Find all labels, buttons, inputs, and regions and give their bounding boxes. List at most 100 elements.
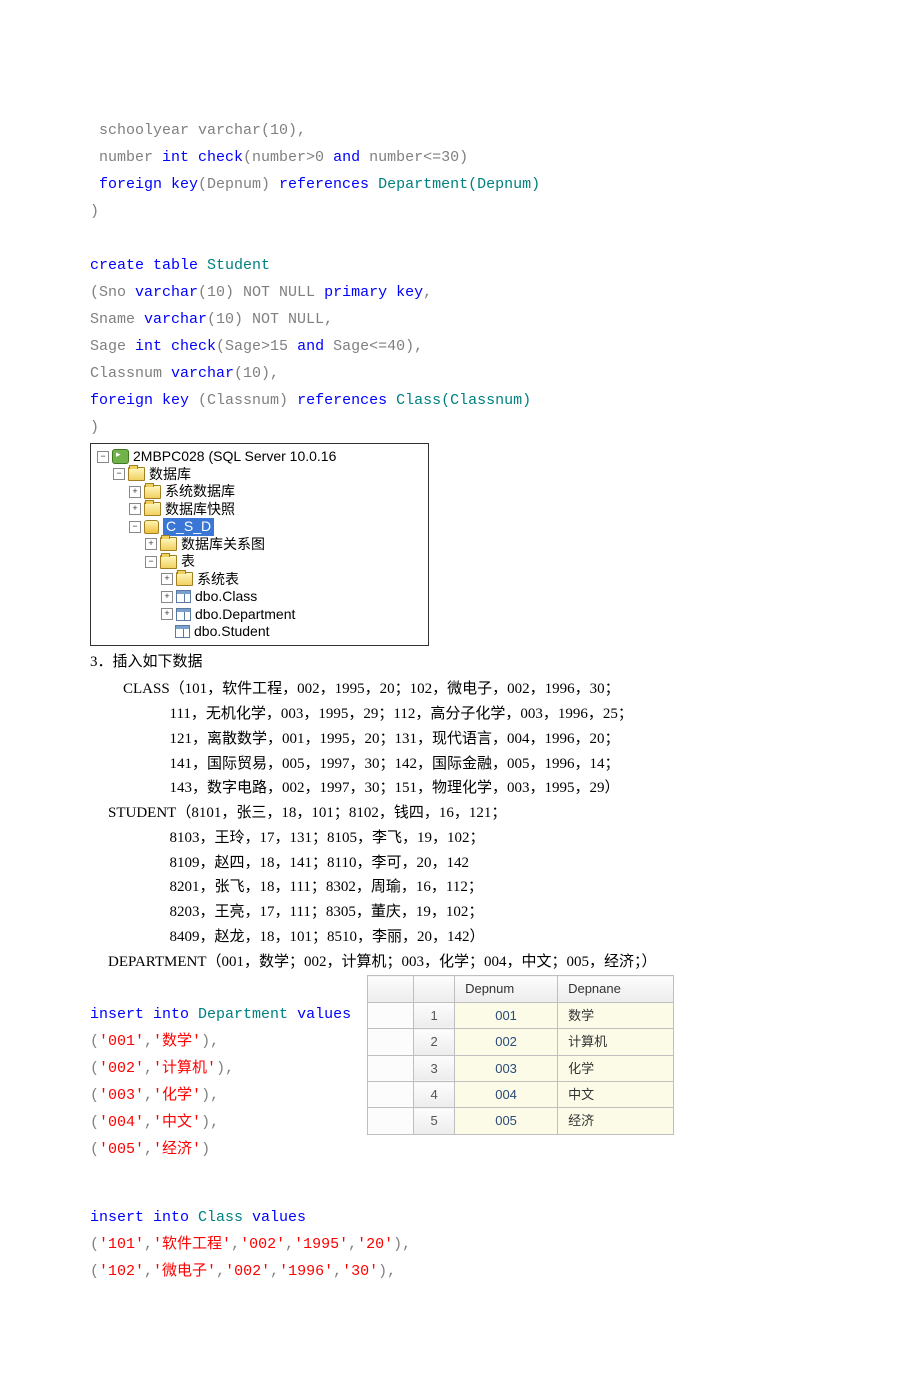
tree-table-class[interactable]: + dbo.Class	[97, 588, 422, 606]
code-line: ('005','经济')	[90, 1141, 210, 1158]
expand-icon[interactable]: +	[161, 573, 173, 585]
cell-depnum: 005	[455, 1108, 558, 1134]
row-number: 4	[414, 1082, 455, 1108]
tree-sysdb-node[interactable]: + 系统数据库	[97, 483, 422, 501]
student-data-line: 8109，赵四，18，141；8110，李可，20，142	[170, 851, 831, 876]
cell-depname: 经济	[558, 1108, 674, 1134]
expand-icon[interactable]: +	[129, 486, 141, 498]
folder-label: 表	[181, 553, 195, 571]
row-number: 1	[414, 1002, 455, 1028]
database-icon	[144, 520, 159, 534]
folder-icon	[160, 555, 177, 569]
class-data-line: CLASS（101，软件工程，002，1995，20；102，微电子，002，1…	[123, 677, 830, 702]
class-data-line: 143，数字电路，002，1997，30；151，物理化学，003，1995，2…	[170, 776, 831, 801]
code-line: insert into Class values	[90, 1209, 306, 1226]
col-depname: Depnane	[558, 976, 674, 1002]
class-data-line: 141，国际贸易，005，1997，30；142，国际金融，005，1996，1…	[170, 752, 831, 777]
row-number: 2	[414, 1029, 455, 1055]
folder-label: 系统数据库	[165, 483, 235, 501]
sql-block-insert-class: insert into Class values ('101','软件工程','…	[90, 1177, 830, 1285]
expand-icon[interactable]: +	[161, 608, 173, 620]
table-row[interactable]: 1001数学	[368, 1002, 674, 1028]
table-icon	[176, 608, 191, 621]
table-label: dbo.Student	[194, 623, 270, 641]
folder-label: 系统表	[197, 571, 239, 589]
table-icon	[175, 625, 190, 638]
collapse-icon[interactable]: −	[97, 451, 109, 463]
sql-block-class-tail: schoolyear varchar(10), number int check…	[90, 90, 830, 441]
collapse-icon[interactable]: −	[129, 521, 141, 533]
code-line: Classnum varchar(10),	[90, 365, 279, 382]
code-line: ('102','微电子','002','1996','30'),	[90, 1263, 396, 1280]
expand-icon[interactable]: +	[161, 591, 173, 603]
cell-depname: 中文	[558, 1082, 674, 1108]
table-label: dbo.Department	[195, 606, 295, 624]
student-data-line: 8203，王亮，17，111；8305，董庆，19，102；	[170, 900, 831, 925]
tree-systables-node[interactable]: + 系统表	[97, 571, 422, 589]
grid-gutter	[368, 976, 414, 1002]
code-line: foreign key(Depnum) references Departmen…	[90, 176, 540, 193]
code-line: number int check(number>0 and number<=30…	[90, 149, 468, 166]
code-line: ('001','数学'),	[90, 1033, 219, 1050]
section-title: 3．插入如下数据	[90, 650, 830, 675]
grid-rownum-header	[414, 976, 455, 1002]
student-data-line: 8409，赵龙，18，101；8510，李丽，20，142）	[170, 925, 831, 950]
code-line: )	[90, 203, 99, 220]
tree-diagram-node[interactable]: +数据库关系图	[97, 536, 422, 554]
folder-label: 数据库快照	[165, 501, 235, 519]
folder-label: 数据库	[149, 466, 191, 484]
cell-depnum: 003	[455, 1055, 558, 1081]
code-line: Sage int check(Sage>15 and Sage<=40),	[90, 338, 423, 355]
code-line: (Sno varchar(10) NOT NULL primary key,	[90, 284, 432, 301]
table-row[interactable]: 5005经济	[368, 1108, 674, 1134]
folder-icon	[176, 572, 193, 586]
tree-tables-node[interactable]: −表	[97, 553, 422, 571]
server-label: 2MBPC028 (SQL Server 10.0.16	[133, 448, 336, 466]
section-3-insert-data: 3．插入如下数据 CLASS（101，软件工程，002，1995，20；102，…	[90, 650, 830, 975]
code-line: insert into Department values	[90, 1006, 351, 1023]
object-explorer-tree: −2MBPC028 (SQL Server 10.0.16 −数据库 +系统数据…	[90, 443, 429, 646]
department-result-grid: Depnum Depnane 1001数学 2002计算机 3003化学 400…	[367, 975, 674, 1135]
tree-databases-node[interactable]: − 数据库	[97, 466, 422, 484]
student-data-line: 8103，王玲，17，131；8105，李飞，19，102；	[170, 826, 831, 851]
tree-snapshot-node[interactable]: + 数据库快照	[97, 501, 422, 519]
cell-depname: 化学	[558, 1055, 674, 1081]
student-data-line: STUDENT（8101，张三，18，101；8102，钱四，16，121；	[108, 801, 830, 826]
table-row[interactable]: 2002计算机	[368, 1029, 674, 1055]
collapse-icon[interactable]: −	[145, 556, 157, 568]
folder-icon	[144, 485, 161, 499]
code-line: )	[90, 419, 99, 436]
code-line: create table Student	[90, 257, 270, 274]
row-number: 3	[414, 1055, 455, 1081]
tree-server-node[interactable]: − 2MBPC028 (SQL Server 10.0.16	[97, 448, 422, 466]
cell-depname: 计算机	[558, 1029, 674, 1055]
code-line: schoolyear varchar(10),	[90, 122, 306, 139]
code-line: foreign key (Classnum) references Class(…	[90, 392, 531, 409]
tree-csd-db-node[interactable]: − C_S_D	[97, 518, 422, 536]
table-header-row: Depnum Depnane	[368, 976, 674, 1002]
cell-depnum: 004	[455, 1082, 558, 1108]
student-data-line: 8201，张飞，18，111；8302，周瑜，16，112；	[170, 875, 831, 900]
folder-icon	[128, 467, 145, 481]
cell-depnum: 002	[455, 1029, 558, 1055]
folder-icon	[160, 537, 177, 551]
server-icon	[112, 449, 129, 464]
row-number: 5	[414, 1108, 455, 1134]
table-row[interactable]: 4004中文	[368, 1082, 674, 1108]
code-line: Sname varchar(10) NOT NULL,	[90, 311, 333, 328]
class-data-line: 121，离散数学，001，1995，20；131，现代语言，004，1996，2…	[170, 727, 831, 752]
cell-depname: 数学	[558, 1002, 674, 1028]
table-row[interactable]: 3003化学	[368, 1055, 674, 1081]
tree-table-department[interactable]: + dbo.Department	[97, 606, 422, 624]
tree-table-student[interactable]: dbo.Student	[97, 623, 422, 641]
code-line: ('002','计算机'),	[90, 1060, 234, 1077]
table-label: dbo.Class	[195, 588, 257, 606]
department-data-line: DEPARTMENT（001，数学；002，计算机；003，化学；004，中文；…	[108, 950, 830, 975]
expand-icon[interactable]: +	[129, 503, 141, 515]
col-depnum: Depnum	[455, 976, 558, 1002]
code-line: ('101','软件工程','002','1995','20'),	[90, 1236, 411, 1253]
table-icon	[176, 590, 191, 603]
db-label-selected: C_S_D	[163, 518, 214, 536]
collapse-icon[interactable]: −	[113, 468, 125, 480]
expand-icon[interactable]: +	[145, 538, 157, 550]
